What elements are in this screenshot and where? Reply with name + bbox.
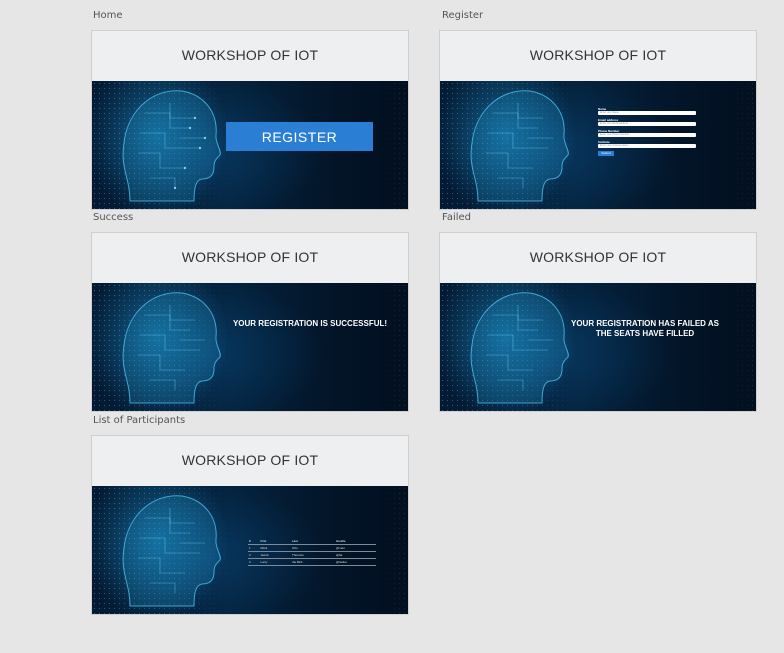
page-title: WORKSHOP OF IOT	[92, 233, 408, 283]
artboard-failed[interactable]: WORKSHOP OF IOT YOUR REGISTRATION HAS FA…	[439, 232, 757, 412]
name-field[interactable]: Enter your Name	[598, 111, 696, 115]
table-cell: Jacob	[259, 551, 291, 559]
failed-message-line1: YOUR REGISTRATION HAS FAILED AS	[570, 319, 719, 328]
failed-message-line2: THE SEATS HAVE FILLED	[595, 329, 695, 338]
ai-head-icon	[122, 495, 221, 607]
table-cell: @mdo	[335, 544, 376, 552]
table-cell: 1	[248, 544, 260, 552]
register-button[interactable]: REGISTER	[226, 122, 373, 151]
table-cell: @fat	[335, 551, 376, 559]
artboard-label-success: Success	[93, 212, 134, 223]
institute-field[interactable]: Enter your Institute Name	[598, 144, 696, 148]
table-cell: the Bird	[290, 558, 335, 566]
table-row: 2 Jacob Thornton @fat	[248, 551, 376, 559]
hero-banner: # First Last Handle 1 Mark Otto @mdo 2 J…	[92, 486, 408, 614]
table-row: 3 Larry the Bird @twitter	[248, 558, 376, 566]
participants-table: # First Last Handle 1 Mark Otto @mdo 2 J…	[248, 538, 376, 566]
table-cell: 3	[248, 558, 260, 566]
artboard-participants[interactable]: WORKSHOP OF IOT # First Last Handle 1 Ma…	[91, 435, 409, 615]
table-cell: Thornton	[290, 551, 335, 559]
artboard-label-failed: Failed	[442, 212, 472, 223]
artboard-home[interactable]: WORKSHOP OF IOT REGISTER	[91, 30, 409, 210]
ai-head-icon	[470, 292, 569, 404]
artboard-label-register: Register	[442, 10, 484, 21]
success-message: YOUR REGISTRATION IS SUCCESSFUL!	[232, 319, 388, 328]
email-field[interactable]: Enter your Email address	[598, 122, 696, 126]
artboard-success[interactable]: WORKSHOP OF IOT YOUR REGISTRATION IS SUC…	[91, 232, 409, 412]
table-row: 1 Mark Otto @mdo	[248, 544, 376, 552]
ai-head-icon	[122, 90, 221, 202]
artboard-label-home: Home	[93, 10, 123, 21]
page-title: WORKSHOP OF IOT	[92, 436, 408, 486]
ai-head-icon	[470, 90, 569, 202]
table-cell: Otto	[290, 544, 335, 552]
registration-form: Name Enter your Name Email address Enter…	[598, 107, 698, 156]
submit-button[interactable]: Submit	[598, 151, 614, 156]
hero-banner: REGISTER	[92, 81, 408, 209]
phone-field[interactable]: Enter your Phone Number	[598, 133, 696, 137]
table-cell: 2	[248, 551, 260, 559]
ai-head-icon	[122, 292, 221, 404]
hero-banner: YOUR REGISTRATION IS SUCCESSFUL!	[92, 283, 408, 411]
table-cell: @twitter	[335, 558, 376, 566]
table-cell: Larry	[259, 558, 291, 566]
failed-message: YOUR REGISTRATION HAS FAILED AS THE SEAT…	[560, 319, 730, 339]
artboard-label-participants: List of Participants	[93, 415, 186, 426]
hero-banner: Name Enter your Name Email address Enter…	[440, 81, 756, 209]
table-cell: Mark	[259, 544, 291, 552]
page-title: WORKSHOP OF IOT	[92, 31, 408, 81]
page-title: WORKSHOP OF IOT	[440, 233, 756, 283]
hero-banner: YOUR REGISTRATION HAS FAILED AS THE SEAT…	[440, 283, 756, 411]
page-title: WORKSHOP OF IOT	[440, 31, 756, 81]
artboard-register[interactable]: WORKSHOP OF IOT Name Enter your Name Ema…	[439, 30, 757, 210]
